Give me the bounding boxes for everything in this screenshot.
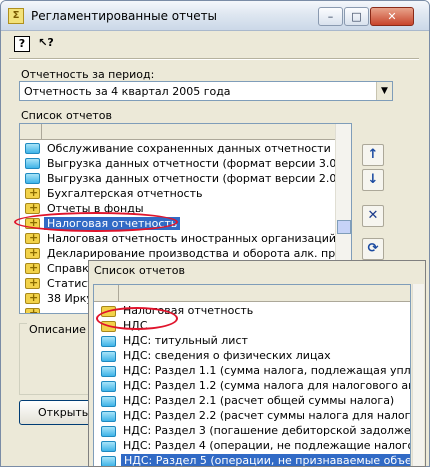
list-item-label: НДС: Раздел 2.1 (расчет общей суммы нало… bbox=[123, 394, 395, 407]
list-item[interactable]: НДС: Раздел 1.2 (сумма налога для налого… bbox=[94, 378, 410, 394]
folder-icon bbox=[101, 441, 116, 452]
refresh-button[interactable]: ⟳ bbox=[362, 238, 384, 260]
list-item[interactable]: НДС: титульный лист bbox=[94, 333, 410, 349]
folder-icon bbox=[101, 351, 116, 362]
list-item[interactable]: НДС: Раздел 5 (операции, не признаваемые… bbox=[94, 453, 410, 466]
zoomed-inset-panel: Список отчетов Налоговая отчетность НДС НД… bbox=[88, 260, 426, 467]
group-icon bbox=[25, 201, 40, 215]
description-label: Описание bbox=[27, 323, 88, 336]
scrollbar-thumb[interactable] bbox=[337, 220, 351, 234]
toolbar-separator bbox=[9, 58, 419, 60]
folder-icon bbox=[25, 143, 40, 154]
delete-button[interactable]: ✕ bbox=[362, 205, 384, 227]
folder-icon bbox=[25, 158, 40, 169]
group-icon bbox=[25, 291, 40, 305]
sigma-app-icon: Σ bbox=[8, 8, 24, 24]
close-button[interactable]: ✕ bbox=[370, 7, 414, 26]
period-label: Отчетность за период: bbox=[21, 68, 155, 81]
list-item-label: НДС: Раздел 1.2 (сумма налога для налого… bbox=[123, 379, 410, 392]
list-item-label: НДС: Раздел 2.2 (расчет суммы налога для… bbox=[123, 409, 411, 422]
toolbar: ? ↖? bbox=[1, 32, 429, 54]
list-item-label: Налоговая отчетность иностранных организ… bbox=[47, 232, 337, 245]
folder-icon bbox=[101, 336, 116, 347]
title-bar[interactable]: Σ Регламентированные отчеты – □ ✕ bbox=[1, 1, 429, 31]
group-icon bbox=[25, 306, 40, 313]
list-item[interactable]: Обслуживание сохраненных данных отчетнос… bbox=[20, 141, 351, 156]
group-icon bbox=[25, 276, 40, 290]
window-title: Регламентированные отчеты bbox=[31, 9, 218, 23]
reports-list-label: Список отчетов bbox=[21, 109, 112, 122]
list-item[interactable]: Декларирование производства и оборота ал… bbox=[20, 246, 351, 261]
chevron-down-icon[interactable]: ▼ bbox=[376, 82, 392, 100]
period-select[interactable]: Отчетность за 4 квартал 2005 года ▼ bbox=[19, 81, 393, 101]
folder-icon bbox=[101, 411, 116, 422]
list-item-label: НДС: Раздел 5 (операции, не признаваемые… bbox=[121, 454, 410, 466]
list-header bbox=[20, 124, 351, 140]
list-item-label: НДС: Раздел 1.1 (сумма налога, подлежаща… bbox=[123, 364, 411, 377]
highlight-ring bbox=[96, 307, 178, 330]
list-item[interactable]: НДС: Раздел 1.1 (сумма налога, подлежаща… bbox=[94, 363, 410, 379]
help-icon[interactable]: ? bbox=[14, 36, 30, 52]
group-icon bbox=[25, 261, 40, 275]
group-icon bbox=[25, 231, 40, 245]
list-item[interactable]: НДС: Раздел 2.1 (расчет общей суммы нало… bbox=[94, 393, 410, 409]
list-item[interactable]: Выгрузка данных отчетности (формат верси… bbox=[20, 156, 351, 171]
open-button[interactable]: Открыть bbox=[19, 400, 99, 425]
inset-scrollbar[interactable] bbox=[412, 284, 424, 466]
highlight-ring bbox=[14, 212, 178, 232]
period-value: Отчетность за 4 квартал 2005 года bbox=[24, 85, 231, 98]
list-item-label: Выгрузка данных отчетности (формат верси… bbox=[47, 172, 352, 185]
list-item[interactable]: НДС: сведения о физических лицах bbox=[94, 348, 410, 364]
list-item-label: Декларирование производства и оборота ал… bbox=[47, 247, 352, 260]
list-item[interactable]: НДС: Раздел 2.2 (расчет суммы налога для… bbox=[94, 408, 410, 424]
folder-icon bbox=[101, 396, 116, 407]
inset-list-label: Список отчетов bbox=[94, 264, 185, 277]
list-item[interactable]: НДС: Раздел 4 (операции, не подлежащие н… bbox=[94, 438, 410, 454]
list-item[interactable]: Бухгалтерская отчетность bbox=[20, 186, 351, 201]
list-item-label: НДС: Раздел 4 (операции, не подлежащие н… bbox=[123, 439, 410, 452]
maximize-button[interactable]: □ bbox=[344, 7, 369, 26]
list-item-label: НДС: сведения о физических лицах bbox=[123, 349, 331, 362]
cursor-help-icon[interactable]: ↖? bbox=[38, 36, 54, 52]
list-item[interactable]: Выгрузка данных отчетности (формат верси… bbox=[20, 171, 351, 186]
folder-icon bbox=[25, 173, 40, 184]
folder-icon bbox=[101, 426, 116, 437]
list-item-label: НДС: титульный лист bbox=[123, 334, 248, 347]
minimize-button[interactable]: – bbox=[318, 7, 343, 26]
list-item-label: Обслуживание сохраненных данных отчетнос… bbox=[47, 142, 331, 155]
move-down-button[interactable]: ↓ bbox=[362, 169, 384, 191]
move-up-button[interactable]: ↑ bbox=[362, 144, 384, 166]
list-item[interactable]: НДС: Раздел 3 (погашение дебиторской зад… bbox=[94, 423, 410, 439]
list-item-label: Бухгалтерская отчетность bbox=[47, 187, 203, 200]
list-item[interactable]: Налоговая отчетность иностранных организ… bbox=[20, 231, 351, 246]
list-item-label: НДС: Раздел 3 (погашение дебиторской зад… bbox=[123, 424, 411, 437]
folder-icon bbox=[101, 381, 116, 392]
list-item-label: 38 Ирку bbox=[47, 292, 93, 305]
list-header bbox=[94, 285, 410, 302]
group-icon bbox=[25, 246, 40, 260]
folder-icon bbox=[101, 366, 116, 377]
folder-icon bbox=[101, 456, 116, 466]
group-icon bbox=[25, 186, 40, 200]
list-item-label: Выгрузка данных отчетности (формат верси… bbox=[47, 157, 348, 170]
